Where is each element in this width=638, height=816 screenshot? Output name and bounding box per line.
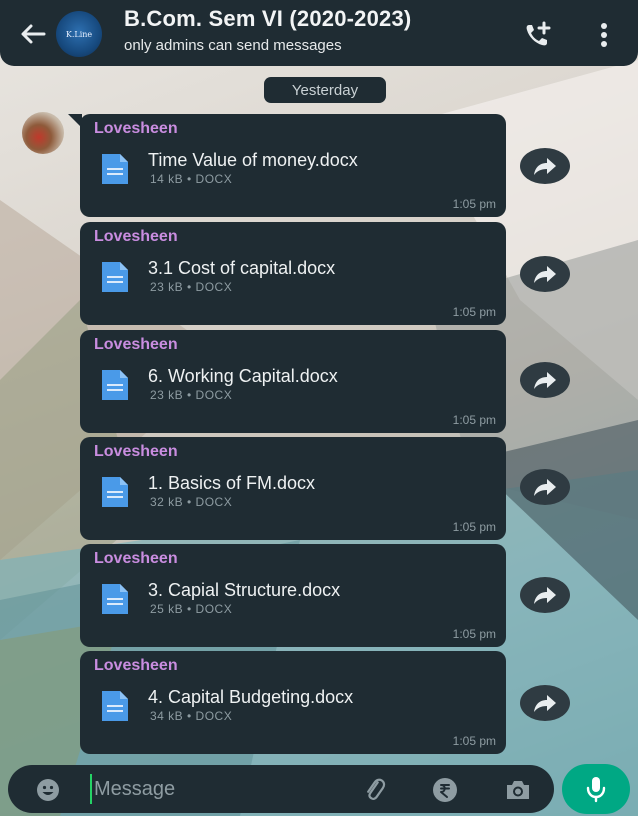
message-bubble[interactable]: Lovesheen 6. Working Capital.docx 23 kB …: [80, 330, 506, 433]
message-sender: Lovesheen: [94, 228, 178, 245]
file-name: 3. Capial Structure.docx: [148, 580, 341, 600]
document-icon: [102, 584, 128, 614]
forward-button[interactable]: [520, 577, 570, 613]
message-time: 1:05 pm: [452, 627, 496, 641]
message-input-bar: [8, 765, 554, 813]
file-name: 1. Basics of FM.docx: [148, 473, 316, 493]
file-meta: 23 kB • DOCX: [150, 280, 233, 294]
forward-icon: [534, 266, 556, 283]
message-bubble[interactable]: Lovesheen 4. Capital Budgeting.docx 34 k…: [80, 651, 506, 754]
group-avatar-text: K.Line: [65, 29, 93, 39]
file-meta: 14 kB • DOCX: [150, 172, 233, 186]
message-time: 1:05 pm: [452, 520, 496, 534]
file-meta: 32 kB • DOCX: [150, 495, 233, 509]
camera-icon[interactable]: [504, 777, 532, 803]
microphone-icon: [586, 777, 606, 803]
forward-icon: [534, 158, 556, 175]
file-meta: 34 kB • DOCX: [150, 709, 233, 723]
forward-button[interactable]: [520, 148, 570, 184]
back-arrow-icon[interactable]: [18, 19, 48, 49]
document-icon: [102, 154, 128, 184]
mic-button[interactable]: [562, 764, 630, 814]
message-sender: Lovesheen: [94, 120, 178, 137]
message-bubble[interactable]: Lovesheen Time Value of money.docx 14 kB…: [68, 114, 506, 217]
file-meta: 23 kB • DOCX: [150, 388, 233, 402]
forward-icon: [534, 372, 556, 389]
message-sender: Lovesheen: [94, 550, 178, 567]
forward-button[interactable]: [520, 256, 570, 292]
message-time: 1:05 pm: [452, 305, 496, 319]
forward-icon: [534, 479, 556, 496]
message-sender: Lovesheen: [94, 336, 178, 353]
file-name: Time Value of money.docx: [148, 150, 358, 170]
group-avatar[interactable]: K.Line: [56, 11, 102, 57]
file-name: 3.1 Cost of capital.docx: [148, 258, 336, 278]
sender-avatar[interactable]: [22, 112, 64, 154]
document-icon: [102, 477, 128, 507]
forward-button[interactable]: [520, 469, 570, 505]
file-name: 6. Working Capital.docx: [148, 366, 338, 386]
file-name: 4. Capital Budgeting.docx: [148, 687, 354, 707]
forward-icon: [534, 695, 556, 712]
message-bubble[interactable]: Lovesheen 1. Basics of FM.docx 32 kB • D…: [80, 437, 506, 540]
message-time: 1:05 pm: [452, 197, 496, 211]
file-meta: 25 kB • DOCX: [150, 602, 233, 616]
message-time: 1:05 pm: [452, 734, 496, 748]
forward-button[interactable]: [520, 362, 570, 398]
document-icon: [102, 262, 128, 292]
more-options-icon[interactable]: [596, 20, 612, 50]
message-sender: Lovesheen: [94, 657, 178, 674]
message-time: 1:05 pm: [452, 413, 496, 427]
document-icon: [102, 370, 128, 400]
message-input[interactable]: [90, 774, 350, 804]
paperclip-icon[interactable]: [362, 777, 388, 803]
group-title[interactable]: B.Com. Sem VI (2020-2023): [124, 6, 411, 32]
emoji-icon[interactable]: [36, 778, 60, 802]
forward-icon: [534, 587, 556, 604]
chat-header: K.Line B.Com. Sem VI (2020-2023) only ad…: [0, 0, 638, 66]
add-call-icon[interactable]: [522, 20, 552, 50]
forward-button[interactable]: [520, 685, 570, 721]
document-icon: [102, 691, 128, 721]
message-bubble[interactable]: Lovesheen 3. Capial Structure.docx 25 kB…: [80, 544, 506, 647]
date-separator: Yesterday: [264, 77, 386, 103]
message-bubble[interactable]: Lovesheen 3.1 Cost of capital.docx 23 kB…: [80, 222, 506, 325]
payment-icon[interactable]: [432, 777, 458, 803]
message-sender: Lovesheen: [94, 443, 178, 460]
group-subtitle: only admins can send messages: [124, 37, 342, 54]
